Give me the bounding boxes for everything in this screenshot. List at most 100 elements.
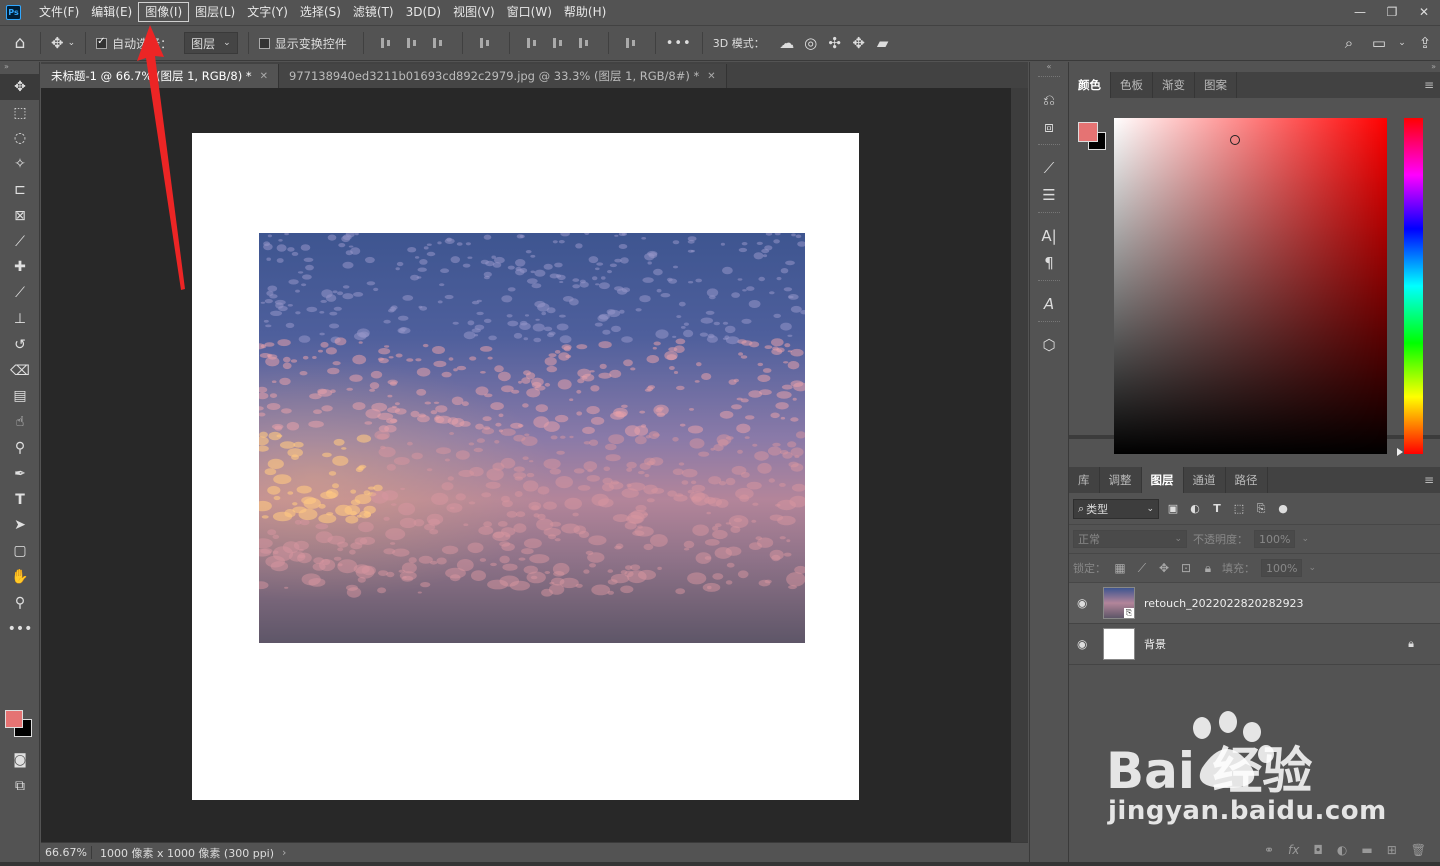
new-layer-icon[interactable]: ⊞ [1387, 843, 1397, 857]
eyedropper-tool-icon[interactable]: ⟋ [0, 229, 40, 255]
filter-adjustment-icon[interactable]: ◐ [1187, 501, 1203, 517]
menu-edit[interactable]: 编辑(E) [85, 2, 138, 22]
tab-paths[interactable]: 路径 [1226, 467, 1268, 493]
restore-icon[interactable]: ❐ [1376, 5, 1408, 19]
align-bottom-icon[interactable] [577, 36, 593, 50]
menu-type[interactable]: 文字(Y) [241, 2, 294, 22]
add-mask-icon[interactable]: ◘ [1313, 843, 1323, 857]
filter-toggle-icon[interactable]: ● [1275, 501, 1291, 517]
home-icon[interactable]: ⌂ [0, 33, 40, 53]
lasso-tool-icon[interactable]: ◌ [0, 126, 40, 152]
collapse-icon[interactable]: » [0, 62, 39, 74]
search-icon[interactable]: ⌕ [1334, 34, 1364, 52]
scale-3d-icon[interactable]: ▰ [871, 34, 895, 52]
marquee-tool-icon[interactable]: ⬚ [0, 100, 40, 126]
close-icon[interactable]: ✕ [1408, 5, 1440, 19]
color-picker-cursor[interactable] [1230, 135, 1240, 145]
adjustments-icon[interactable]: ☰ [1030, 181, 1068, 208]
zoom-tool-icon[interactable]: ⚲ [0, 590, 40, 616]
path-selection-tool-icon[interactable]: ➤ [0, 513, 40, 539]
layer-filter-dropdown[interactable]: ⌕ 类型 ⌄ [1073, 498, 1159, 519]
lock-artboard-icon[interactable]: ⊡ [1178, 561, 1194, 575]
slide-3d-icon[interactable]: ✥ [847, 34, 871, 52]
crop-tool-icon[interactable]: ⊏ [0, 177, 40, 203]
distribute-vertical-icon[interactable] [478, 36, 494, 50]
tab-layers[interactable]: 图层 [1141, 467, 1184, 493]
brush-tool-icon[interactable]: ⟋ [0, 280, 40, 306]
panel-menu-icon[interactable]: ≡ [1424, 473, 1434, 487]
move-tool-icon[interactable]: ✥ [0, 74, 40, 100]
type-tool-icon[interactable]: T [0, 487, 40, 513]
menu-filter[interactable]: 滤镜(T) [347, 2, 400, 22]
tab-adjustments[interactable]: 调整 [1100, 467, 1142, 493]
chevron-down-icon[interactable]: ⌄ [68, 38, 76, 48]
filter-pixel-icon[interactable]: ▣ [1165, 501, 1181, 517]
eraser-tool-icon[interactable]: ⌫ [0, 358, 40, 384]
menu-layer[interactable]: 图层(L) [189, 2, 241, 22]
lock-position-icon[interactable]: ✥ [1156, 561, 1172, 575]
dodge-tool-icon[interactable]: ⚲ [0, 435, 40, 461]
tab-channels[interactable]: 通道 [1184, 467, 1226, 493]
lock-image-icon[interactable]: ⟋ [1134, 561, 1150, 576]
frame-tool-icon[interactable]: ⊠ [0, 203, 40, 229]
screen-mode-icon[interactable]: ⧉ [0, 773, 40, 799]
tab-gradients[interactable]: 渐变 [1153, 72, 1195, 98]
orbit-3d-icon[interactable]: ☁ [775, 34, 799, 52]
menu-image[interactable]: 图像(I) [138, 2, 190, 22]
menu-window[interactable]: 窗口(W) [501, 2, 558, 22]
auto-select-checkbox[interactable] [96, 36, 108, 49]
close-icon[interactable]: ✕ [707, 71, 715, 82]
chevron-down-icon[interactable]: ⌄ [1394, 38, 1410, 48]
history-brush-tool-icon[interactable]: ↺ [0, 332, 40, 358]
tab-jpg[interactable]: 977138940ed3211b01693cd892c2979.jpg @ 33… [279, 64, 727, 88]
roll-3d-icon[interactable]: ◎ [799, 34, 823, 52]
layer-name[interactable]: 背景 [1144, 636, 1166, 652]
gradient-tool-icon[interactable]: ▤ [0, 384, 40, 410]
shape-tool-icon[interactable]: ▢ [0, 538, 40, 564]
opacity-field[interactable]: 100% [1254, 530, 1296, 548]
align-left-icon[interactable] [379, 36, 395, 50]
document-canvas[interactable] [192, 133, 859, 800]
fill-field[interactable]: 100% [1261, 559, 1303, 577]
distribute-horizontal-icon[interactable] [624, 36, 640, 50]
chevron-down-icon[interactable]: ⌄ [1308, 563, 1316, 573]
lock-all-icon[interactable]: 🔒︎ [1200, 561, 1216, 576]
lock-icon[interactable]: 🔒︎ [1408, 637, 1414, 651]
foreground-color-swatch[interactable] [5, 710, 23, 728]
close-icon[interactable]: ✕ [260, 71, 268, 82]
smudge-tool-icon[interactable]: ☝ [0, 409, 40, 435]
layer-row[interactable]: ◉ ⎘ retouch_2022022820282923 [1069, 583, 1440, 624]
hand-tool-icon[interactable]: ✋ [0, 564, 40, 590]
filter-type-icon[interactable]: T [1209, 501, 1225, 517]
edit-toolbar-icon[interactable]: ••• [0, 616, 40, 642]
history-icon[interactable]: ⎌ [1030, 86, 1068, 113]
sky-image-layer[interactable] [259, 233, 805, 643]
move-tool-icon[interactable]: ✥ [51, 34, 64, 52]
lock-transparent-icon[interactable]: ▦ [1112, 561, 1128, 575]
quick-mask-icon[interactable]: ◙ [0, 747, 40, 773]
eye-icon[interactable]: ◉ [1077, 596, 1091, 610]
character-icon[interactable]: A| [1030, 222, 1068, 249]
pen-tool-icon[interactable]: ✒ [0, 461, 40, 487]
brush-settings-icon[interactable]: ⟋ [1030, 154, 1068, 181]
layer-name[interactable]: retouch_2022022820282923 [1144, 597, 1304, 610]
filter-smart-object-icon[interactable]: ⎘ [1253, 501, 1269, 517]
blend-mode-dropdown[interactable]: 正常 ⌄ [1073, 530, 1187, 548]
filter-shape-icon[interactable]: ⬚ [1231, 501, 1247, 517]
menu-3d[interactable]: 3D(D) [400, 2, 447, 22]
magic-wand-tool-icon[interactable]: ✧ [0, 151, 40, 177]
hue-slider-handle[interactable] [1397, 448, 1403, 456]
menu-help[interactable]: 帮助(H) [558, 2, 612, 22]
chevron-down-icon[interactable]: ⌄ [1301, 534, 1309, 544]
paragraph-icon[interactable]: ¶ [1030, 249, 1068, 276]
tab-swatches[interactable]: 色板 [1111, 72, 1153, 98]
zoom-level[interactable]: 66.67% [41, 846, 92, 859]
layer-row[interactable]: ◉ 背景 🔒︎ [1069, 624, 1440, 665]
vertical-scrollbar[interactable] [1011, 88, 1028, 842]
collapse-icon[interactable]: » [1069, 62, 1440, 72]
eye-icon[interactable]: ◉ [1077, 637, 1091, 651]
color-field[interactable] [1114, 118, 1387, 454]
show-transform-checkbox[interactable] [258, 37, 270, 49]
drag-3d-icon[interactable]: ✣ [823, 34, 847, 52]
align-hcenter-icon[interactable] [405, 36, 421, 50]
